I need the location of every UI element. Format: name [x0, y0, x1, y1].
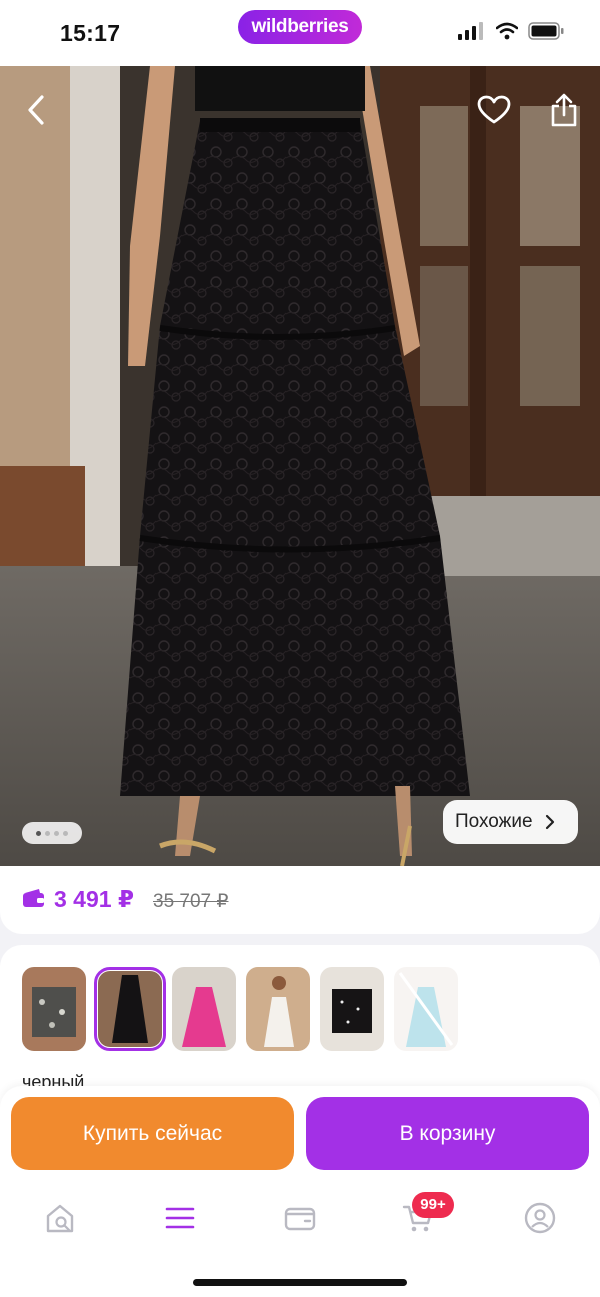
- variant-thumb-selected[interactable]: [94, 967, 166, 1051]
- pager-dot: [63, 830, 68, 836]
- pager-dot: [45, 830, 50, 836]
- favorite-button[interactable]: [472, 88, 516, 132]
- pager-dot: [36, 830, 41, 836]
- variant-thumb[interactable]: [320, 967, 384, 1051]
- variant-image: [320, 967, 384, 1051]
- bottom-tabbar: 99+: [0, 1186, 600, 1297]
- gallery-pager: [22, 822, 82, 844]
- similar-label: Похожие: [455, 811, 533, 832]
- variant-image: [172, 967, 236, 1051]
- tab-catalog[interactable]: [160, 1198, 200, 1238]
- chevron-left-icon: [28, 95, 44, 125]
- share-icon: [551, 93, 577, 127]
- current-price: 3 491 ₽: [54, 886, 134, 912]
- status-time: 15:17: [60, 20, 121, 46]
- wallet-icon: [23, 889, 44, 907]
- brand-logo[interactable]: wildberries: [238, 10, 362, 44]
- tab-profile[interactable]: [520, 1198, 560, 1238]
- old-price: 35 707 ₽: [153, 891, 229, 912]
- status-icons: [458, 22, 564, 40]
- back-button[interactable]: [14, 88, 58, 132]
- pager-dot: [54, 830, 59, 836]
- product-photo-gallery[interactable]: Похожие: [0, 66, 600, 866]
- variant-thumb-unavailable[interactable]: [394, 967, 458, 1051]
- variant-image: [98, 971, 162, 1047]
- buy-now-button[interactable]: Купить сейчас: [11, 1097, 294, 1170]
- cart-count-badge: 99+: [412, 1192, 454, 1218]
- similar-products-button[interactable]: Похожие: [443, 800, 578, 844]
- product-photo: [0, 66, 600, 866]
- wifi-icon: [496, 22, 518, 40]
- battery-icon: [528, 22, 564, 40]
- variant-image: [394, 967, 458, 1051]
- profile-icon: [524, 1202, 556, 1234]
- status-bar: 15:17 wildberries: [0, 0, 600, 66]
- home-search-icon: [46, 1204, 74, 1233]
- signal-icon: [458, 22, 483, 40]
- home-indicator: [193, 1279, 407, 1286]
- variant-thumb[interactable]: [246, 967, 310, 1051]
- price-card: 3 491 ₽ 35 707 ₽: [0, 866, 600, 934]
- share-button[interactable]: [542, 88, 586, 132]
- purchase-actions: Купить сейчас В корзину: [0, 1086, 600, 1186]
- variant-image: [246, 967, 310, 1051]
- variant-thumb[interactable]: [22, 967, 86, 1051]
- catalog-menu-icon: [165, 1207, 195, 1229]
- tab-wallet[interactable]: [280, 1198, 320, 1238]
- tab-home[interactable]: [40, 1198, 80, 1238]
- heart-icon: [477, 95, 511, 124]
- wallet-icon: [284, 1207, 316, 1231]
- add-to-cart-button[interactable]: В корзину: [306, 1097, 589, 1170]
- chevron-right-icon: [545, 814, 554, 830]
- variant-image: [22, 967, 86, 1051]
- variant-thumb[interactable]: [172, 967, 236, 1051]
